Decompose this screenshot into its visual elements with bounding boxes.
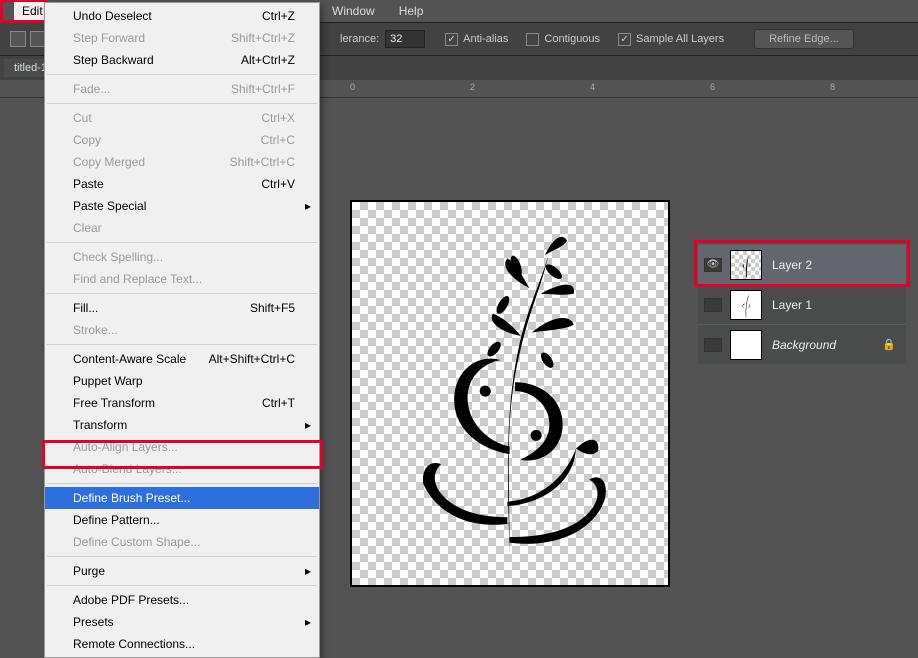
menu-free-transform[interactable]: Free TransformCtrl+T — [45, 392, 319, 414]
menu-undo[interactable]: Undo DeselectCtrl+Z — [45, 5, 319, 27]
menu-auto-blend[interactable]: Auto-Blend Layers... — [45, 458, 319, 480]
layer-thumbnail[interactable] — [730, 330, 762, 360]
layer-thumbnail[interactable] — [730, 250, 762, 280]
layer-name[interactable]: Layer 1 — [772, 298, 812, 312]
menu-transform[interactable]: Transform — [45, 414, 319, 436]
menu-content-aware[interactable]: Content-Aware ScaleAlt+Shift+Ctrl+C — [45, 348, 319, 370]
menu-help[interactable]: Help — [387, 1, 436, 21]
menu-step-backward[interactable]: Step BackwardAlt+Ctrl+Z — [45, 49, 319, 71]
menu-cut[interactable]: CutCtrl+X — [45, 107, 319, 129]
menu-remote-connections[interactable]: Remote Connections... — [45, 633, 319, 655]
visibility-toggle[interactable] — [704, 338, 722, 352]
sample-all-checkbox[interactable] — [618, 33, 631, 46]
menu-paste-special[interactable]: Paste Special — [45, 195, 319, 217]
refine-edge-button[interactable]: Refine Edge... — [754, 29, 854, 49]
canvas-checker — [350, 200, 670, 587]
layer-row-layer1[interactable]: Layer 1 — [698, 284, 906, 324]
floral-artwork — [399, 221, 620, 566]
menu-paste[interactable]: PasteCtrl+V — [45, 173, 319, 195]
menu-fade[interactable]: Fade...Shift+Ctrl+F — [45, 78, 319, 100]
antialias-checkbox[interactable] — [445, 33, 458, 46]
menu-purge[interactable]: Purge — [45, 560, 319, 582]
edit-menu-dropdown: Undo DeselectCtrl+Z Step ForwardShift+Ct… — [44, 2, 320, 658]
visibility-toggle[interactable] — [704, 298, 722, 312]
canvas[interactable] — [350, 200, 670, 587]
menu-clear[interactable]: Clear — [45, 217, 319, 239]
visibility-toggle[interactable] — [704, 258, 722, 272]
selection-mode-1[interactable] — [10, 31, 26, 47]
menu-puppet-warp[interactable]: Puppet Warp — [45, 370, 319, 392]
contiguous-checkbox[interactable] — [526, 33, 539, 46]
layers-panel: Layer 2 Layer 1 Background 🔒 — [698, 244, 906, 364]
layer-row-layer2[interactable]: Layer 2 — [698, 244, 906, 284]
lock-icon: 🔒 — [882, 338, 896, 351]
sample-all-label: Sample All Layers — [636, 33, 724, 45]
menu-define-brush-preset[interactable]: Define Brush Preset... — [45, 487, 319, 509]
menu-window[interactable]: Window — [320, 1, 387, 21]
menu-define-custom-shape[interactable]: Define Custom Shape... — [45, 531, 319, 553]
menu-auto-align[interactable]: Auto-Align Layers... — [45, 436, 319, 458]
menu-copy-merged[interactable]: Copy MergedShift+Ctrl+C — [45, 151, 319, 173]
layer-row-background[interactable]: Background 🔒 — [698, 324, 906, 364]
layer-thumbnail[interactable] — [730, 290, 762, 320]
contiguous-label: Contiguous — [544, 33, 600, 45]
menu-define-pattern[interactable]: Define Pattern... — [45, 509, 319, 531]
menu-step-forward[interactable]: Step ForwardShift+Ctrl+Z — [45, 27, 319, 49]
layer-name[interactable]: Layer 2 — [772, 258, 812, 272]
menu-stroke[interactable]: Stroke... — [45, 319, 319, 341]
menu-copy[interactable]: CopyCtrl+C — [45, 129, 319, 151]
layer-name[interactable]: Background — [772, 338, 836, 352]
menu-fill[interactable]: Fill...Shift+F5 — [45, 297, 319, 319]
menu-presets[interactable]: Presets — [45, 611, 319, 633]
menu-pdf-presets[interactable]: Adobe PDF Presets... — [45, 589, 319, 611]
menu-find-replace[interactable]: Find and Replace Text... — [45, 268, 319, 290]
menu-check-spelling[interactable]: Check Spelling... — [45, 246, 319, 268]
tolerance-label: lerance: — [340, 33, 379, 45]
tolerance-input[interactable] — [385, 30, 425, 48]
antialias-label: Anti-alias — [463, 33, 508, 45]
